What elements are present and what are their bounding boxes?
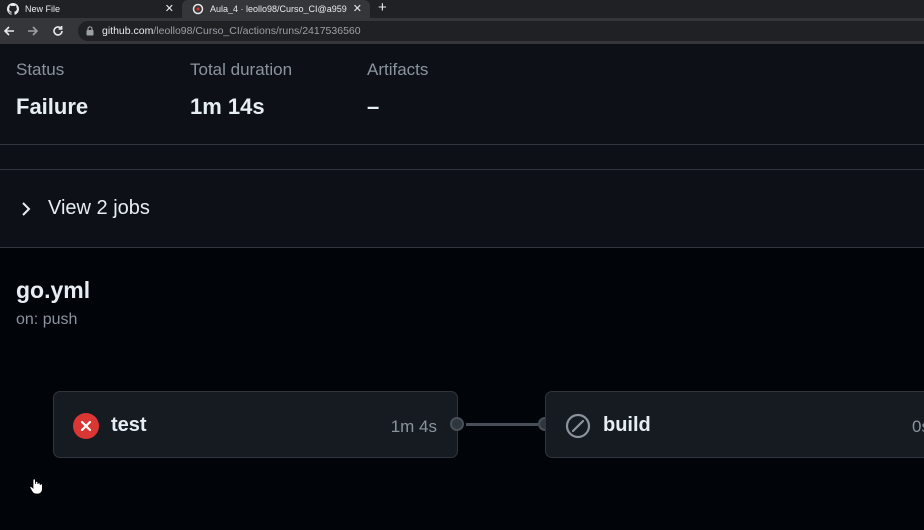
github-icon bbox=[192, 3, 204, 15]
chevron-right-icon bbox=[20, 201, 32, 217]
new-tab-icon[interactable]: + bbox=[378, 0, 387, 18]
job-card-test[interactable]: test 1m 4s bbox=[53, 391, 458, 458]
browser-tab-new-file[interactable]: New File ✕ bbox=[0, 0, 182, 18]
job-duration: 1m 4s bbox=[390, 417, 437, 436]
view-jobs-toggle[interactable]: View 2 jobs bbox=[0, 170, 924, 248]
divider-strip bbox=[0, 145, 924, 170]
artifacts-stat: Artifacts – bbox=[367, 60, 428, 120]
job-card-build[interactable]: build 0s bbox=[545, 391, 924, 458]
job-name: test bbox=[111, 414, 147, 436]
close-tab-icon[interactable]: ✕ bbox=[353, 2, 362, 15]
hand-cursor-icon bbox=[28, 477, 44, 495]
job-duration: 0s bbox=[912, 417, 924, 436]
workflow-title: go.yml bbox=[16, 277, 91, 303]
job-connector-line bbox=[466, 423, 538, 426]
forward-arrow-icon[interactable] bbox=[24, 22, 42, 40]
x-circle-icon bbox=[73, 413, 99, 439]
tab-title: Aula_4 · leollo98/Curso_CI@a959 bbox=[210, 4, 347, 14]
artifacts-label: Artifacts bbox=[367, 60, 429, 79]
view-jobs-label: View 2 jobs bbox=[48, 197, 150, 219]
tab-title: New File bbox=[25, 4, 61, 14]
browser-toolbar: github.com/leollo98/Curso_CI/actions/run… bbox=[0, 18, 924, 44]
status-stat: Status Failure bbox=[16, 60, 88, 120]
status-value: Failure bbox=[16, 94, 89, 119]
run-summary-panel: Status Failure Total duration 1m 14s Art… bbox=[0, 44, 924, 145]
duration-value: 1m 14s bbox=[190, 94, 265, 119]
browser-tab-strip: New File ✕ Aula_4 · leollo98/Curso_CI@a9… bbox=[0, 0, 924, 18]
back-arrow-icon[interactable] bbox=[0, 22, 18, 40]
url-path: /leollo98/Curso_CI/actions/runs/24175365… bbox=[153, 25, 361, 37]
url-bar[interactable]: github.com/leollo98/Curso_CI/actions/run… bbox=[78, 21, 924, 41]
duration-label: Total duration bbox=[190, 60, 293, 79]
duration-stat: Total duration 1m 14s bbox=[190, 60, 292, 120]
artifacts-value: – bbox=[367, 94, 380, 119]
close-tab-icon[interactable]: ✕ bbox=[165, 2, 174, 15]
job-name: build bbox=[603, 414, 651, 436]
github-icon bbox=[7, 3, 19, 15]
url-host: github.com bbox=[102, 25, 154, 37]
lock-icon bbox=[86, 26, 94, 36]
browser-tab-workflow-run[interactable]: Aula_4 · leollo98/Curso_CI@a959 ✕ bbox=[182, 0, 370, 18]
status-label: Status bbox=[16, 60, 65, 79]
reload-icon[interactable] bbox=[49, 22, 67, 40]
connector-dot bbox=[450, 417, 464, 431]
skip-icon bbox=[565, 413, 591, 439]
workflow-trigger: on: push bbox=[16, 311, 78, 328]
